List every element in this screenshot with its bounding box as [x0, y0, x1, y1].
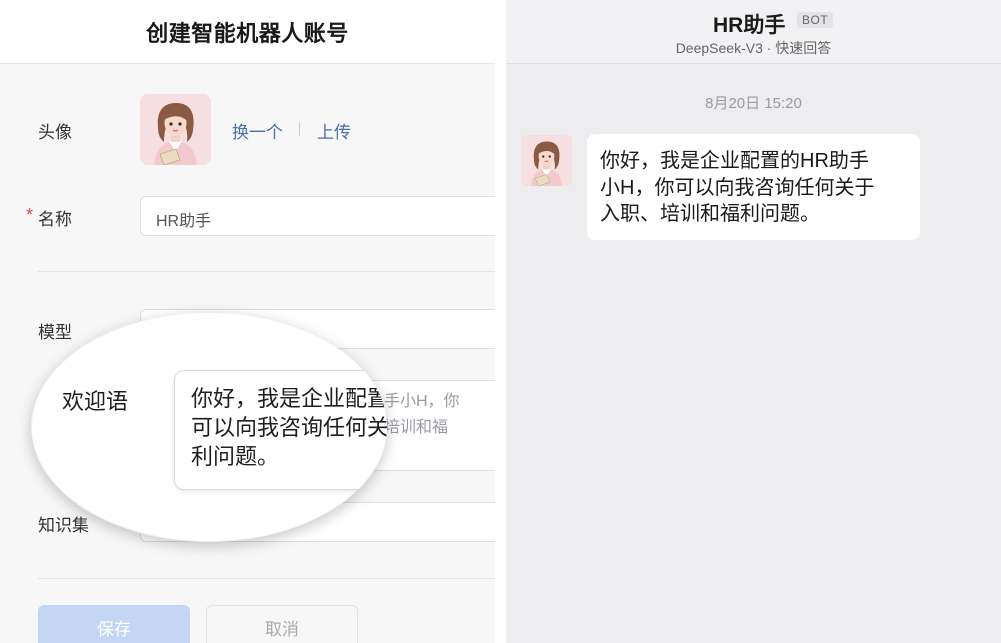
greeting-text-zoomed: 你好，我是企业配置 可以向我咨询任何关 利问题。 [191, 386, 387, 469]
save-button[interactable]: 保存 [38, 605, 190, 643]
page-title: 创建智能机器人账号 [146, 20, 349, 46]
magnifier-lens: 欢迎语 你好，我是企业配置 可以向我咨询任何关 利问题。 [31, 312, 387, 542]
create-bot-form-panel: 创建智能机器人账号 头像 换一个 上传 * 名称 HR助手 模型 手小H，你 培… [0, 0, 495, 643]
chat-preview-panel: HR助手 BOT DeepSeek-V3 · 快速回答 8月20日 15:20 … [506, 0, 1001, 643]
required-mark: * [26, 205, 34, 225]
knowledge-label: 知识集 [38, 516, 89, 535]
chat-header: HR助手 BOT DeepSeek-V3 · 快速回答 [506, 0, 1001, 64]
bot-badge: BOT [797, 12, 834, 28]
link-divider [299, 122, 300, 136]
change-avatar-link[interactable]: 换一个 [232, 118, 283, 143]
name-input-value: HR助手 [156, 213, 212, 230]
cancel-button[interactable]: 取消 [206, 605, 358, 643]
name-input[interactable]: HR助手 [140, 196, 495, 236]
name-label: 名称 [38, 210, 72, 229]
model-label: 模型 [38, 323, 72, 342]
message-timestamp: 8月20日 15:20 [705, 95, 802, 112]
greeting-label: 欢迎语 [62, 389, 129, 414]
message-text: 你好，我是企业配置的HR助手 小H，你可以向我咨询任何关于 入职、培训和福利问题… [600, 150, 875, 225]
bot-avatar[interactable] [521, 135, 572, 186]
greeting-line-2: 培训和福 [384, 419, 449, 436]
upload-avatar-link[interactable]: 上传 [317, 118, 351, 143]
form-header: 创建智能机器人账号 [0, 0, 495, 64]
greeting-textarea-text: 手小H，你 培训和福 [384, 389, 460, 441]
greeting-line-1: 手小H，你 [384, 393, 460, 410]
avatar-label: 头像 [38, 123, 72, 142]
avatar[interactable] [140, 94, 211, 165]
bot-subtitle: DeepSeek-V3 · 快速回答 [675, 40, 832, 56]
bot-name: HR助手 [713, 14, 786, 37]
avatar-image [140, 94, 211, 165]
divider [38, 271, 495, 272]
divider [38, 578, 495, 579]
bot-avatar-image [521, 135, 572, 186]
panel-gutter [495, 0, 506, 643]
message-bubble: 你好，我是企业配置的HR助手 小H，你可以向我咨询任何关于 入职、培训和福利问题… [587, 134, 920, 240]
